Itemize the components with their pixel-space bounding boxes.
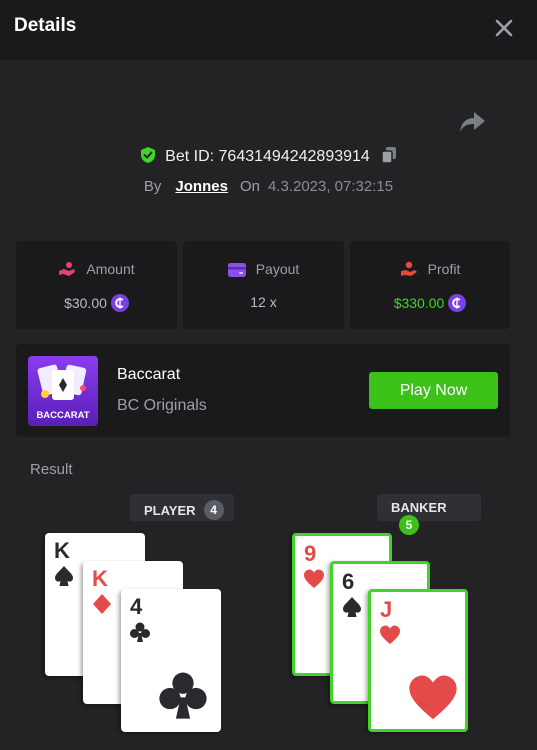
copy-icon[interactable] [380, 146, 398, 164]
banker-tag: BANKER5 [377, 494, 481, 535]
thumb-text: BACCARAT [36, 410, 89, 421]
club-icon [130, 622, 150, 642]
card-rank: 4 [130, 594, 143, 619]
user-link[interactable]: Jonnes [175, 178, 228, 195]
wallet-icon [227, 263, 246, 277]
modal-title: Details [14, 15, 77, 36]
game-panel: BACCARAT Baccarat BC Originals Play Now [16, 344, 510, 437]
diamond-icon [93, 594, 111, 614]
profit-value: $330.00 [393, 295, 445, 311]
bet-id-line: Bet ID: 76431494242893914 [0, 146, 537, 166]
heart-icon [304, 569, 324, 588]
card-rank: K [54, 538, 70, 563]
game-thumbnail[interactable]: BACCARAT [28, 356, 98, 426]
amount-value: $30.00 [64, 295, 107, 311]
modal-header: Details [0, 0, 537, 60]
player-label: PLAYER [144, 503, 196, 518]
bet-byline: By Jonnes On 4.3.2023, 07:32:15 [0, 178, 537, 195]
hand-coins-icon [59, 262, 76, 276]
amount-panel: Amount $30.00 [16, 241, 177, 329]
profit-hand-icon [400, 261, 417, 276]
player-score: 4 [203, 500, 224, 520]
amount-label: Amount [86, 261, 135, 277]
on-label: On [239, 178, 260, 195]
share-icon[interactable] [458, 110, 486, 134]
coin-icon [110, 294, 129, 312]
banker-score: 5 [399, 515, 419, 535]
player-tag: PLAYER 4 [130, 494, 234, 521]
card-rank: 9 [304, 541, 317, 566]
banker-label: BANKER [391, 500, 447, 515]
by-label: By [143, 178, 162, 195]
club-icon [159, 672, 207, 719]
close-icon[interactable] [490, 14, 518, 42]
game-provider: BC Originals [117, 397, 207, 414]
profit-label: Profit [427, 261, 461, 277]
heart-icon [380, 625, 400, 644]
coin-icon [448, 294, 467, 312]
payout-panel: Payout 12 x [183, 241, 344, 329]
card-rank: J [380, 597, 393, 622]
payout-value: 12 x [250, 294, 277, 310]
payout-label: Payout [255, 261, 300, 277]
player-card-3: 4 [121, 589, 221, 732]
shield-check-icon [141, 147, 156, 163]
game-name[interactable]: Baccarat [117, 366, 180, 384]
play-now-button[interactable]: Play Now [369, 372, 498, 409]
spade-icon [55, 566, 73, 586]
banker-card-3: J [368, 589, 468, 732]
card-rank: 6 [342, 569, 355, 594]
bet-date: 4.3.2023, 07:32:15 [267, 178, 394, 195]
card-rank: K [92, 566, 108, 591]
profit-panel: Profit $330.00 [350, 241, 510, 329]
bet-id-value: 76431494242893914 [218, 148, 370, 165]
bet-id-label: Bet ID: [165, 148, 215, 165]
result-label: Result [30, 461, 73, 478]
heart-icon [409, 675, 457, 720]
spade-icon [343, 597, 361, 617]
